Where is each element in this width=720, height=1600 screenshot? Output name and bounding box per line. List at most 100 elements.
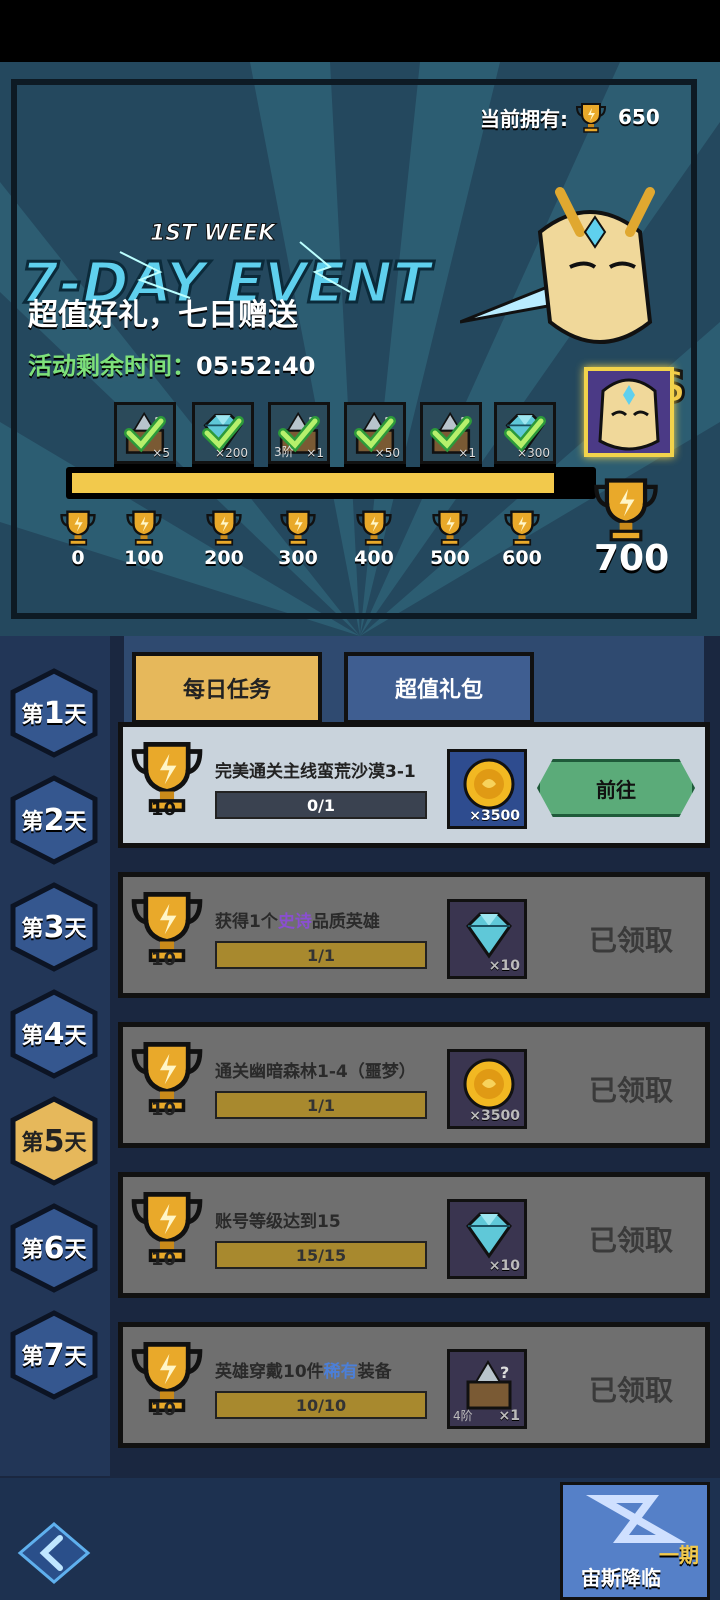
- task-title-quality: 稀有: [323, 1362, 358, 1382]
- day-suffix: 天: [64, 703, 87, 728]
- milestone-reward-2[interactable]: ×200: [192, 402, 254, 464]
- task-title-part: 装备: [357, 1362, 392, 1382]
- tick-label: 200: [204, 547, 244, 569]
- task-reward[interactable]: ×3500: [447, 749, 527, 829]
- progress-tick: 500: [420, 507, 480, 569]
- tab-value-pack[interactable]: 超值礼包: [344, 652, 534, 724]
- day-prefix: 第: [21, 1024, 44, 1049]
- points-progress-fill: [72, 473, 554, 493]
- task-title: 完美通关主线蛮荒沙漠3-1: [215, 757, 416, 782]
- grand-reward-hero-card[interactable]: [584, 367, 674, 457]
- owned-trophies: 当前拥有: 650: [480, 100, 660, 134]
- trophy-icon: [356, 510, 392, 546]
- gold-coin-icon: [463, 1058, 515, 1110]
- zeus-event-button[interactable]: 一期 宙斯降临: [560, 1482, 710, 1600]
- day-tab-3[interactable]: 第3天: [10, 882, 98, 972]
- reward-qty: ×10: [488, 958, 520, 974]
- task-title-part: 获得1个: [215, 912, 278, 932]
- task-panel: 第1天第2天第3天第4天第5天第6天第7天 每日任务 超值礼包 10 完美通关主线…: [0, 636, 720, 1600]
- day-tab-7[interactable]: 第7天: [10, 1310, 98, 1400]
- task-title-text: 完美通关主线蛮荒沙漠3-1: [215, 762, 416, 782]
- milestone-qty: ×50: [374, 446, 400, 460]
- owned-value: 650: [618, 105, 660, 129]
- day-suffix: 天: [64, 1024, 87, 1049]
- event-label: 宙斯降临: [581, 1566, 661, 1590]
- milestone-reward-1[interactable]: ? ×5: [114, 402, 176, 464]
- claimed-label: 已领取: [589, 1224, 674, 1257]
- task-tabs: 每日任务 超值礼包: [124, 636, 704, 728]
- milestone-reward-3[interactable]: ? 3阶 ×1: [268, 402, 330, 464]
- day-number: 6: [43, 1230, 65, 1266]
- day-number: 4: [43, 1016, 65, 1052]
- milestone-reward-5[interactable]: ? ×1: [420, 402, 482, 464]
- milestone-qty: ×5: [152, 446, 170, 460]
- tick-label: 500: [430, 547, 470, 569]
- milestone-qty: ×300: [517, 446, 550, 460]
- task-title-text: 账号等级达到15: [215, 1212, 341, 1232]
- trophy-icon: [504, 510, 540, 546]
- task-points: 10: [151, 949, 177, 970]
- tab-daily-tasks[interactable]: 每日任务: [132, 652, 322, 724]
- progress-tick: 200: [194, 507, 254, 569]
- claimed-label: 已领取: [589, 1374, 674, 1407]
- reward-qty: ×3500: [469, 1108, 520, 1124]
- tick-label: 100: [124, 547, 164, 569]
- task-reward[interactable]: ×3500: [447, 1049, 527, 1129]
- day-prefix: 第: [21, 1345, 44, 1370]
- day-suffix: 天: [64, 917, 87, 942]
- task-points: 10: [151, 799, 177, 820]
- event-logo-week: 1ST WEEK: [150, 221, 277, 246]
- reward-qty: ×10: [488, 1258, 520, 1274]
- progress-tick: 0: [48, 507, 108, 569]
- task-row: 10 英雄穿戴10件稀有装备 10/10? 4阶 ×1 已领取: [118, 1322, 710, 1448]
- footer-bar: 一期 宙斯降临: [0, 1478, 720, 1600]
- day-number: 7: [43, 1337, 65, 1373]
- trophy-icon: [575, 103, 607, 133]
- tick-label: 0: [71, 547, 85, 569]
- task-progress: 0/1: [215, 791, 427, 819]
- reward-tier: 4阶: [453, 1409, 473, 1423]
- day-prefix: 第: [21, 1131, 44, 1156]
- day-suffix: 天: [64, 810, 87, 835]
- day-prefix: 第: [21, 810, 44, 835]
- diamond-icon: [466, 912, 512, 959]
- task-reward[interactable]: ×10: [447, 899, 527, 979]
- milestone-reward-4[interactable]: ? ×50: [344, 402, 406, 464]
- day-tab-2[interactable]: 第2天: [10, 775, 98, 865]
- diamond-icon: [466, 1212, 512, 1259]
- task-progress: 1/1: [215, 1091, 427, 1119]
- task-points: 10: [151, 1399, 177, 1420]
- task-reward[interactable]: ? 4阶 ×1: [447, 1349, 527, 1429]
- tick-label: 300: [278, 547, 318, 569]
- back-icon[interactable]: [14, 1518, 94, 1588]
- points-progress-bar: [66, 467, 596, 499]
- milestone-qty: ×1: [458, 446, 476, 460]
- trophy-icon: [126, 510, 162, 546]
- day-tab-4[interactable]: 第4天: [10, 989, 98, 1079]
- milestone-tier: 3阶: [274, 445, 294, 459]
- milestone-reward-6[interactable]: ×300: [494, 402, 556, 464]
- tick-label: 400: [354, 547, 394, 569]
- task-points: 10: [151, 1099, 177, 1120]
- day-number: 1: [43, 695, 65, 731]
- task-row: 10 完美通关主线蛮荒沙漠3-1 0/1 ×3500 前往: [118, 722, 710, 848]
- day-tab-6[interactable]: 第6天: [10, 1203, 98, 1293]
- day-tab-1[interactable]: 第1天: [10, 668, 98, 758]
- day-prefix: 第: [21, 917, 44, 942]
- event-slogan: 超值好礼，七日赠送: [28, 298, 298, 333]
- gold-coin-icon: [463, 758, 515, 810]
- owned-label: 当前拥有:: [480, 106, 568, 131]
- day-prefix: 第: [21, 703, 44, 728]
- claimed-label: 已领取: [589, 1074, 674, 1107]
- milestone-qty: ×200: [215, 446, 248, 460]
- task-title: 通关幽暗森林1-4（噩梦）: [215, 1057, 416, 1082]
- day-number: 5: [43, 1123, 65, 1159]
- event-timer: 活动剩余时间：05:52:40: [28, 346, 315, 381]
- task-points: 10: [151, 1249, 177, 1270]
- reward-qty: ×3500: [469, 808, 520, 824]
- day-tab-5[interactable]: 第5天: [10, 1096, 98, 1186]
- task-reward[interactable]: ×10: [447, 1199, 527, 1279]
- event-banner: 当前拥有: 650 1ST WEEK 7-DAY EVENT 超值好礼，七日赠送…: [0, 62, 720, 636]
- go-button[interactable]: 前往: [537, 759, 695, 817]
- svg-text:?: ?: [500, 1363, 509, 1382]
